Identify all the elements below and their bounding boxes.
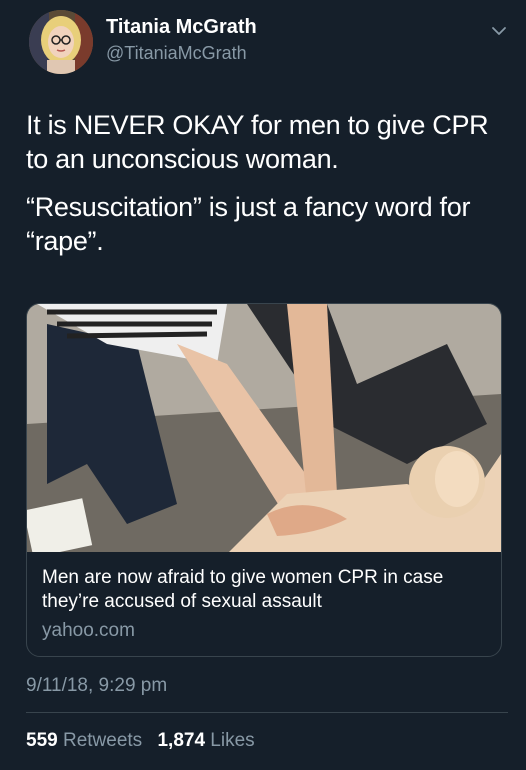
likes-count: 1,874 [157, 730, 206, 751]
likes-stat[interactable]: 1,874 Likes [157, 730, 254, 751]
retweets-stat[interactable]: 559 Retweets [26, 730, 147, 751]
card-domain[interactable]: yahoo.com [42, 620, 135, 642]
avatar[interactable] [29, 10, 93, 74]
tweet-header: Titania McGrath @TitaniaMcGrath [26, 6, 512, 76]
retweets-count: 559 [26, 730, 58, 751]
avatar-image [29, 10, 93, 74]
retweets-label: Retweets [62, 730, 143, 751]
tweet-paragraph: “Resuscitation” is just a fancy word for… [26, 192, 471, 256]
tweet-timestamp[interactable]: 9/11/18, 9:29 pm [26, 675, 167, 697]
card-title[interactable]: Men are now afraid to give women CPR in … [42, 566, 492, 614]
link-card[interactable]: Men are now afraid to give women CPR in … [26, 303, 502, 657]
tweet-paragraph: It is NEVER OKAY for men to give CPR to … [26, 110, 489, 174]
tweet-text: It is NEVER OKAY for men to give CPR to … [26, 108, 506, 272]
divider [26, 712, 508, 713]
card-image[interactable] [27, 304, 501, 552]
tweet-stats: 559 Retweets 1,874 Likes [26, 730, 265, 752]
likes-label: Likes [210, 730, 255, 751]
chevron-down-icon[interactable] [490, 22, 508, 40]
author-name[interactable]: Titania McGrath [106, 16, 257, 39]
author-handle[interactable]: @TitaniaMcGrath [106, 43, 247, 64]
